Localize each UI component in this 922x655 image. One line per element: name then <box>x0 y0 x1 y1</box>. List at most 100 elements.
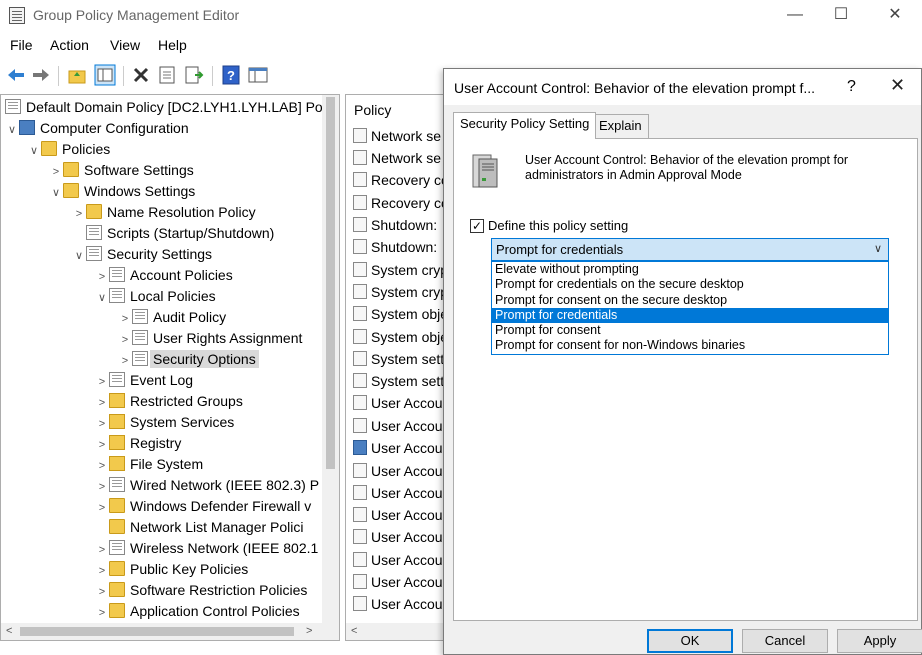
policy-row[interactable]: System obje <box>353 303 444 325</box>
tree-root[interactable]: Default Domain Policy [DC2.LYH1.LYH.LAB]… <box>5 97 323 118</box>
tree-item-security-settings[interactable]: ∨ Security Settings <box>72 244 212 265</box>
tree-vertical-scroll-thumb[interactable] <box>326 97 335 469</box>
apply-button[interactable]: Apply <box>837 629 922 653</box>
scroll-right-icon[interactable]: > <box>306 625 312 637</box>
menu-help[interactable]: Help <box>158 37 187 53</box>
chevron-right-icon[interactable]: > <box>95 267 109 288</box>
policy-row[interactable]: System cryp <box>353 281 444 303</box>
option-credentials-secure-desktop[interactable]: Prompt for credentials on the secure des… <box>492 277 888 292</box>
chevron-right-icon[interactable]: > <box>95 498 109 519</box>
option-prompt-for-credentials[interactable]: Prompt for credentials <box>492 307 888 324</box>
chevron-right-icon[interactable]: > <box>118 309 132 330</box>
export-icon[interactable] <box>183 64 205 86</box>
policy-row[interactable]: User Accou <box>353 415 443 437</box>
tree-item-user-rights-assignment[interactable]: > User Rights Assignment <box>118 328 302 349</box>
scroll-left-icon[interactable]: < <box>351 625 357 637</box>
policy-row[interactable]: Network se <box>353 147 441 169</box>
tab-explain[interactable]: Explain <box>592 114 649 138</box>
tree-item-scripts[interactable]: Scripts (Startup/Shutdown) <box>72 223 274 244</box>
scroll-left-icon[interactable]: < <box>6 625 12 637</box>
tree-item-policies[interactable]: ∨ Policies <box>27 139 110 160</box>
policy-list-horizontal-scrollbar[interactable] <box>346 623 444 640</box>
cancel-button[interactable]: Cancel <box>742 629 828 653</box>
chevron-right-icon[interactable]: > <box>95 582 109 603</box>
policy-row[interactable]: System obje <box>353 326 444 348</box>
policy-row[interactable]: User Accou <box>353 549 443 571</box>
menu-view[interactable]: View <box>110 37 140 53</box>
chevron-right-icon[interactable]: > <box>95 372 109 393</box>
tree-item-wireless-network[interactable]: > Wireless Network (IEEE 802.1 <box>95 538 318 559</box>
column-header-policy[interactable]: Policy <box>354 102 391 118</box>
policy-row[interactable]: System sett <box>353 348 444 370</box>
policy-row[interactable]: Shutdown: <box>353 214 437 236</box>
console-tree[interactable]: Default Domain Policy [DC2.LYH1.LYH.LAB]… <box>0 94 340 641</box>
elevation-prompt-dropdown-list[interactable]: Elevate without prompting Prompt for cre… <box>491 261 889 355</box>
dialog-close-button[interactable]: ✕ <box>890 75 905 96</box>
maximize-button[interactable]: ☐ <box>818 0 864 30</box>
chevron-down-icon[interactable]: ∨ <box>27 141 41 162</box>
tab-security-policy-setting[interactable]: Security Policy Setting <box>453 112 597 139</box>
chevron-right-icon[interactable]: > <box>95 414 109 435</box>
tree-item-name-resolution-policy[interactable]: > Name Resolution Policy <box>72 202 256 223</box>
chevron-right-icon[interactable]: > <box>72 204 86 225</box>
policy-row[interactable]: Shutdown: <box>353 236 437 258</box>
tree-item-wired-network[interactable]: > Wired Network (IEEE 802.3) P <box>95 475 319 496</box>
tree-item-audit-policy[interactable]: > Audit Policy <box>118 307 226 328</box>
chevron-down-icon[interactable]: ∨ <box>72 246 86 267</box>
tree-item-event-log[interactable]: > Event Log <box>95 370 193 391</box>
chevron-right-icon[interactable]: > <box>49 162 63 183</box>
chevron-down-icon[interactable]: ∨ <box>874 239 882 260</box>
tree-item-registry[interactable]: > Registry <box>95 433 181 454</box>
menu-file[interactable]: File <box>10 37 33 53</box>
tree-item-windows-defender-firewall[interactable]: > Windows Defender Firewall v <box>95 496 311 517</box>
ok-button[interactable]: OK <box>647 629 733 653</box>
chevron-right-icon[interactable]: > <box>95 435 109 456</box>
option-prompt-for-consent[interactable]: Prompt for consent <box>492 323 888 338</box>
chevron-right-icon[interactable]: > <box>118 351 132 372</box>
chevron-right-icon[interactable]: > <box>95 477 109 498</box>
policy-row[interactable]: Recovery co <box>353 169 444 191</box>
elevation-prompt-select[interactable]: Prompt for credentials ∨ <box>491 238 889 261</box>
forward-icon[interactable] <box>30 64 52 86</box>
tree-item-account-policies[interactable]: > Account Policies <box>95 265 233 286</box>
back-icon[interactable] <box>5 64 27 86</box>
tree-item-network-list-manager[interactable]: Network List Manager Polici <box>95 517 304 538</box>
policy-row[interactable]: User Accou <box>353 571 443 593</box>
policy-row-selected[interactable]: User Accou <box>353 437 443 459</box>
chevron-right-icon[interactable]: > <box>118 330 132 351</box>
minimize-button[interactable]: — <box>772 0 818 30</box>
policy-list[interactable]: Policy Network se Network se Recovery co… <box>345 94 445 641</box>
tree-item-public-key-policies[interactable]: > Public Key Policies <box>95 559 248 580</box>
menu-action[interactable]: Action <box>50 37 89 53</box>
policy-row[interactable]: User Accou <box>353 460 443 482</box>
up-folder-icon[interactable] <box>66 64 88 86</box>
chevron-right-icon[interactable]: > <box>95 456 109 477</box>
tree-item-local-policies[interactable]: ∨ Local Policies <box>95 286 216 307</box>
tree-item-application-control-policies[interactable]: > Application Control Policies <box>95 601 300 622</box>
option-consent-non-windows-binaries[interactable]: Prompt for consent for non-Windows binar… <box>492 338 888 353</box>
tree-item-computer-configuration[interactable]: ∨ Computer Configuration <box>5 118 189 139</box>
policy-row[interactable]: User Accou <box>353 593 443 615</box>
delete-icon[interactable] <box>130 64 152 86</box>
policy-row[interactable]: Recovery co <box>353 192 444 214</box>
properties-icon[interactable] <box>156 64 178 86</box>
option-consent-secure-desktop[interactable]: Prompt for consent on the secure desktop <box>492 293 888 308</box>
tree-item-security-options[interactable]: > Security Options <box>118 349 259 370</box>
policy-row[interactable]: User Accou <box>353 482 443 504</box>
tree-item-windows-settings[interactable]: ∨ Windows Settings <box>49 181 195 202</box>
define-policy-checkbox[interactable]: ✓ <box>470 219 484 233</box>
policy-row[interactable]: User Accou <box>353 504 443 526</box>
chevron-right-icon[interactable]: > <box>95 603 109 624</box>
policy-row[interactable]: User Accou <box>353 526 443 548</box>
chevron-right-icon[interactable]: > <box>95 393 109 414</box>
close-button[interactable]: ✕ <box>872 0 918 30</box>
tree-item-software-restriction-policies[interactable]: > Software Restriction Policies <box>95 580 307 601</box>
policy-row[interactable]: System sett <box>353 370 444 392</box>
chevron-down-icon[interactable]: ∨ <box>95 288 109 309</box>
tree-item-restricted-groups[interactable]: > Restricted Groups <box>95 391 243 412</box>
show-hide-tree-icon[interactable] <box>94 64 116 86</box>
tree-item-file-system[interactable]: > File System <box>95 454 203 475</box>
chevron-down-icon[interactable]: ∨ <box>5 120 19 141</box>
chevron-right-icon[interactable]: > <box>95 561 109 582</box>
tree-item-system-services[interactable]: > System Services <box>95 412 234 433</box>
